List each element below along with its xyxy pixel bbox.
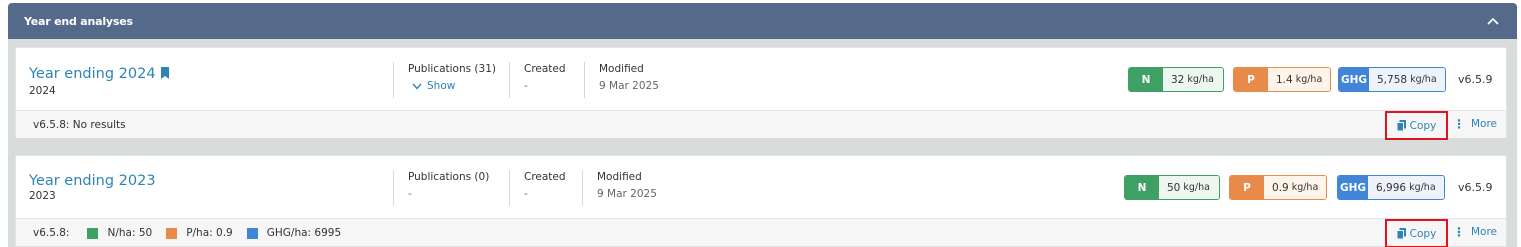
p-value: 0.9	[1272, 181, 1289, 194]
copy-button[interactable]: Copy	[1385, 219, 1448, 247]
n-badge: N 50 kg/ha	[1124, 175, 1220, 200]
analysis-year: 2023	[29, 190, 56, 202]
analysis-title: Year ending 2023	[29, 173, 156, 189]
ghg-swatch	[246, 227, 258, 239]
ghg-unit: kg/ha	[1409, 182, 1436, 193]
more-vertical-icon: ⋮	[1452, 225, 1465, 239]
version-label: v6.5.9	[1458, 73, 1493, 86]
p-value: 1.4	[1276, 73, 1293, 86]
analysis-title: Year ending 2024	[29, 66, 156, 82]
footer-status: v6.5.8: No results	[33, 119, 126, 131]
version-label: v6.5.9	[1458, 181, 1493, 194]
legend-item-n: N/ha: 50	[87, 227, 152, 239]
copy-label: Copy	[1409, 227, 1437, 240]
n-key: N	[1125, 176, 1159, 199]
n-value: 50	[1167, 181, 1181, 194]
legend-label: GHG/ha: 6995	[266, 227, 342, 239]
ghg-key: GHG	[1339, 68, 1369, 91]
analysis-title-link[interactable]: Year ending 2024	[29, 66, 170, 84]
chevron-down-icon	[412, 83, 422, 90]
p-badge: P 1.4 kg/ha	[1233, 67, 1331, 92]
panel-header[interactable]: Year end analyses	[8, 3, 1517, 39]
created-value: -	[524, 80, 528, 92]
ghg-badge: GHG 5,758 kg/ha	[1338, 67, 1446, 92]
legend-item-p: P/ha: 0.9	[166, 227, 233, 239]
created-column: Created -	[509, 170, 566, 206]
n-badge: N 32 kg/ha	[1128, 67, 1224, 92]
more-vertical-icon: ⋮	[1452, 117, 1465, 131]
p-key: P	[1234, 68, 1268, 91]
ghg-badge: GHG 6,996 kg/ha	[1337, 175, 1445, 200]
card-footer: v6.5.8: No results Copy ⋮ More	[16, 110, 1506, 140]
analysis-year: 2024	[29, 85, 56, 97]
show-publications-button[interactable]: Show	[408, 79, 496, 93]
legend-prefix: v6.5.8:	[33, 227, 70, 239]
p-unit: kg/ha	[1295, 74, 1323, 85]
legend-label: P/ha: 0.9	[186, 227, 233, 239]
modified-label: Modified	[599, 63, 644, 75]
publications-value: -	[408, 188, 412, 200]
p-key: P	[1230, 176, 1264, 199]
analysis-card: Year ending 2023 2023 Publications (0) -…	[15, 155, 1507, 247]
n-key: N	[1129, 68, 1163, 91]
publications-label: Publications (0)	[408, 171, 490, 183]
ghg-key: GHG	[1338, 176, 1368, 199]
publications-column: Publications (0) -	[393, 170, 489, 206]
card-footer: v6.5.8: N/ha: 50 P/ha: 0.9 GHG/ha: 6995 …	[16, 218, 1506, 247]
results-legend: v6.5.8: N/ha: 50 P/ha: 0.9 GHG/ha: 6995	[33, 227, 355, 239]
modified-value: 9 Mar 2025	[597, 188, 657, 200]
year-end-analyses-panel: Year end analyses Year ending 2024 2024 …	[8, 3, 1517, 247]
more-label: More	[1470, 226, 1497, 238]
analysis-card: Year ending 2024 2024 Publications (31) …	[15, 47, 1507, 140]
copy-icon	[1396, 228, 1406, 239]
ghg-value: 5,758	[1377, 73, 1408, 86]
modified-column: Modified 9 Mar 2025	[584, 62, 659, 98]
panel-title: Year end analyses	[24, 15, 133, 28]
created-value: -	[524, 188, 528, 200]
bookmark-icon[interactable]	[160, 67, 170, 84]
ghg-value: 6,996	[1376, 181, 1407, 194]
copy-button[interactable]: Copy	[1385, 111, 1448, 140]
n-unit: kg/ha	[1183, 182, 1210, 193]
more-button[interactable]: ⋮ More	[1453, 226, 1497, 238]
p-badge: P 0.9 kg/ha	[1229, 175, 1327, 200]
copy-label: Copy	[1409, 119, 1437, 132]
legend-item-ghg: GHG/ha: 6995	[246, 227, 342, 239]
publications-column: Publications (31) Show	[393, 62, 496, 98]
chevron-up-icon[interactable]	[1485, 13, 1501, 29]
analysis-title-link[interactable]: Year ending 2023	[29, 173, 156, 189]
more-button[interactable]: ⋮ More	[1453, 118, 1497, 130]
p-swatch	[166, 227, 178, 239]
n-unit: kg/ha	[1187, 74, 1214, 85]
publications-label: Publications (31)	[408, 63, 496, 75]
modified-value: 9 Mar 2025	[599, 80, 659, 92]
more-label: More	[1470, 118, 1497, 130]
n-swatch	[87, 227, 99, 239]
ghg-unit: kg/ha	[1410, 74, 1437, 85]
legend-label: N/ha: 50	[107, 227, 153, 239]
created-column: Created -	[509, 62, 566, 98]
show-label: Show	[427, 80, 456, 92]
modified-column: Modified 9 Mar 2025	[582, 170, 657, 206]
copy-icon	[1396, 120, 1406, 131]
created-label: Created	[524, 63, 566, 75]
modified-label: Modified	[597, 171, 642, 183]
n-value: 32	[1171, 73, 1185, 86]
p-unit: kg/ha	[1291, 182, 1319, 193]
created-label: Created	[524, 171, 566, 183]
